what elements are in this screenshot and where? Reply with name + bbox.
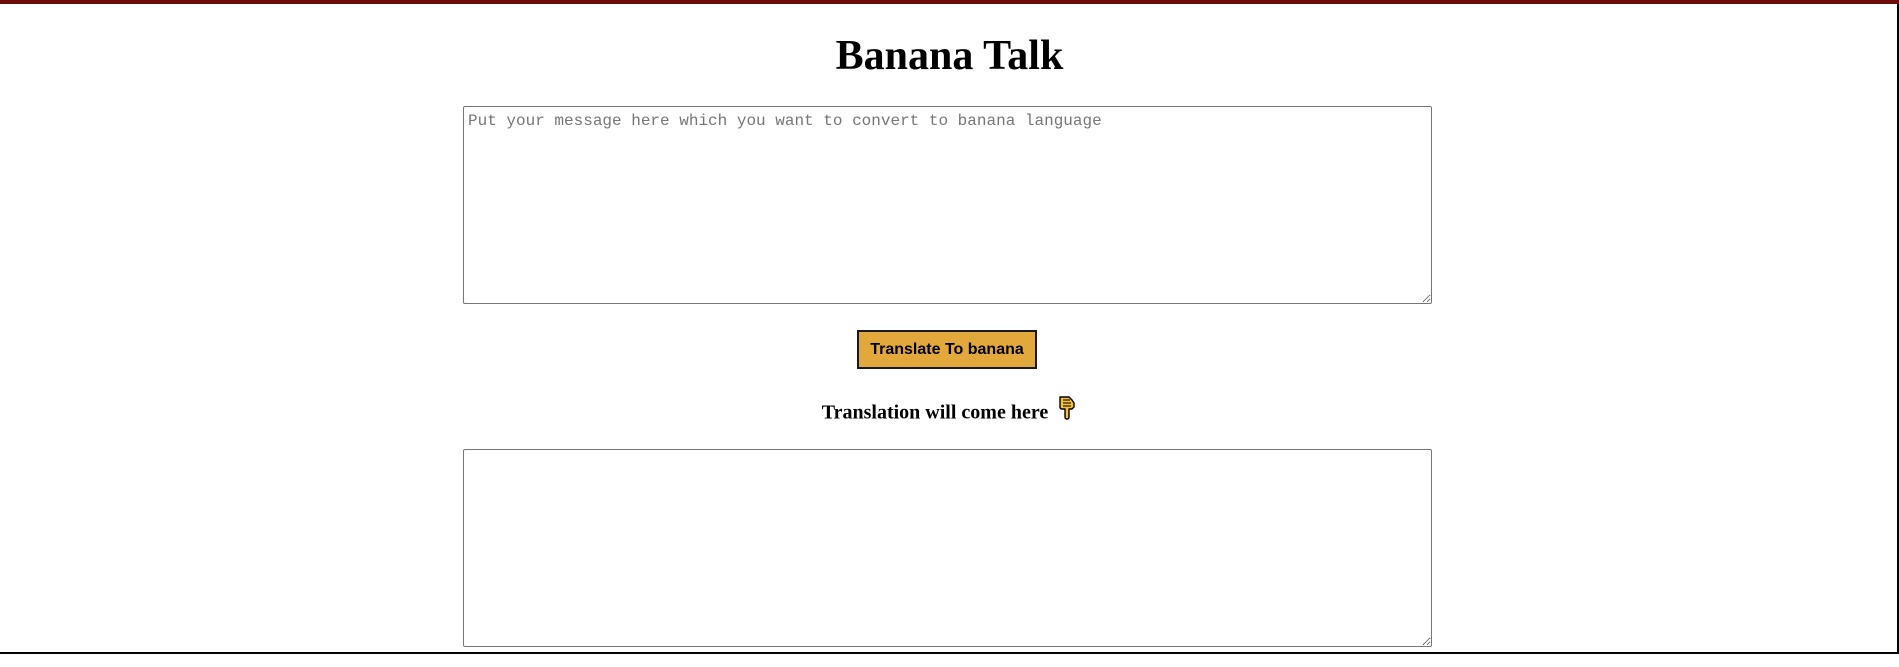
message-input[interactable]: [463, 106, 1432, 304]
pointing-down-hand-icon: [1057, 394, 1077, 428]
page-title: Banana Talk: [835, 33, 1064, 79]
output-label: Translation will come here: [821, 401, 1049, 424]
output-label-row: Translation will come here: [0, 394, 1899, 431]
translate-button[interactable]: Translate To banana: [857, 330, 1037, 369]
translation-output[interactable]: [463, 449, 1432, 647]
